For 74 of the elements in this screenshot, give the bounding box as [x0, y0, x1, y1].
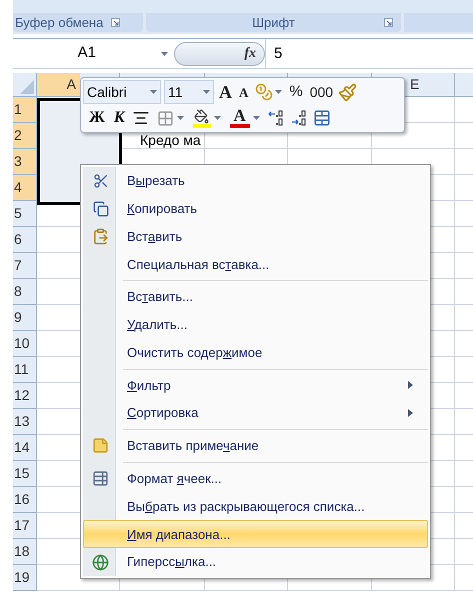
grow-font-button[interactable]: A [217, 81, 234, 104]
merge-cells-icon[interactable] [312, 109, 331, 128]
row-header[interactable]: 4 [13, 175, 37, 201]
paint-bucket-icon [194, 108, 210, 124]
italic-button[interactable]: К [112, 107, 127, 130]
row-header[interactable]: 1 [13, 97, 37, 123]
menu-item[interactable]: Вставить [83, 222, 428, 250]
decrease-decimal-icon[interactable] [290, 109, 308, 128]
copy-icon [92, 200, 108, 217]
triangle-icon [20, 80, 34, 94]
borders-icon [156, 110, 174, 127]
column-header[interactable]: E [408, 73, 422, 96]
row-header[interactable]: 14 [13, 435, 37, 461]
row-header[interactable]: 15 [13, 461, 37, 487]
font-color-bar [230, 124, 250, 128]
row-header[interactable]: 18 [13, 539, 37, 565]
menu-item[interactable]: Имя диапазона... [83, 520, 428, 548]
cell-text: Кредо ма [139, 132, 201, 148]
menu-item[interactable]: Специальная вставка... [83, 250, 428, 278]
increase-decimal-icon[interactable] [266, 109, 285, 128]
caret-icon [275, 90, 282, 94]
row-header[interactable]: 10 [13, 331, 37, 357]
bold-button[interactable]: Ж [87, 107, 107, 130]
row-header[interactable]: 5 [13, 201, 37, 227]
caret-icon [203, 90, 210, 94]
paintbrush-icon[interactable] [338, 82, 358, 102]
menu-item[interactable]: Вставить... [83, 283, 428, 311]
row-header[interactable]: 16 [13, 487, 37, 513]
row-header[interactable]: 9 [13, 305, 37, 331]
font-name-combobox[interactable]: Calibri [83, 80, 161, 104]
menu-item[interactable]: Выбрать из раскрывающегося списка... [83, 492, 428, 520]
shrink-font-button[interactable]: A [237, 81, 250, 104]
dropdown-caret-icon [160, 52, 168, 56]
fill-color-bar [192, 124, 211, 128]
caret-icon [176, 116, 184, 120]
group-title: Шрифт [252, 14, 295, 32]
menu-item[interactable]: Очистить содержимое [83, 338, 428, 367]
percent-button[interactable]: % [287, 81, 305, 104]
note-icon [92, 437, 109, 454]
dialog-launcher-icon[interactable] [384, 18, 393, 27]
table-icon [92, 470, 109, 488]
row-header[interactable]: 7 [13, 253, 37, 279]
caret-icon [150, 90, 157, 94]
row-header[interactable]: 2 [13, 123, 37, 149]
row-header[interactable]: 3 [13, 149, 37, 175]
font-size-combobox[interactable]: 11 [164, 80, 214, 104]
menu-item[interactable]: Удалить... [83, 310, 428, 339]
coins-icon [255, 83, 274, 102]
thousands-button[interactable]: 000 [308, 81, 336, 104]
row-header[interactable]: 8 [13, 279, 37, 305]
formula-input-field[interactable]: 5 [265, 39, 473, 68]
row-header[interactable]: 13 [13, 409, 37, 435]
menu-item[interactable]: Формат ячеек... [83, 464, 428, 493]
group-title: Буфер обмена [15, 14, 104, 32]
dialog-launcher-icon[interactable] [111, 18, 120, 27]
row-header[interactable]: 11 [13, 357, 37, 383]
menu-item[interactable]: Фильтр [83, 371, 428, 400]
row-header[interactable]: 12 [13, 383, 37, 409]
menu-item[interactable]: Гиперссылка... [83, 548, 428, 576]
column-header[interactable]: A [37, 73, 80, 96]
caret-icon [252, 116, 260, 120]
row-header[interactable]: 6 [13, 227, 37, 253]
clipboard-icon [92, 228, 109, 245]
insert-function-button[interactable]: fx [244, 43, 256, 64]
row-header[interactable]: 19 [13, 565, 37, 591]
menu-item[interactable]: Вырезать [83, 167, 428, 195]
caret-icon [214, 116, 221, 120]
scissors-icon [92, 172, 108, 189]
menu-item[interactable]: Вставить примечание [83, 432, 428, 460]
fill-color-button[interactable] [190, 107, 223, 130]
row-header[interactable]: 17 [13, 513, 37, 539]
menu-item[interactable]: Копировать [83, 194, 428, 223]
font-color-button[interactable]: A [228, 107, 262, 130]
menu-item[interactable]: Сортировка [83, 399, 428, 428]
